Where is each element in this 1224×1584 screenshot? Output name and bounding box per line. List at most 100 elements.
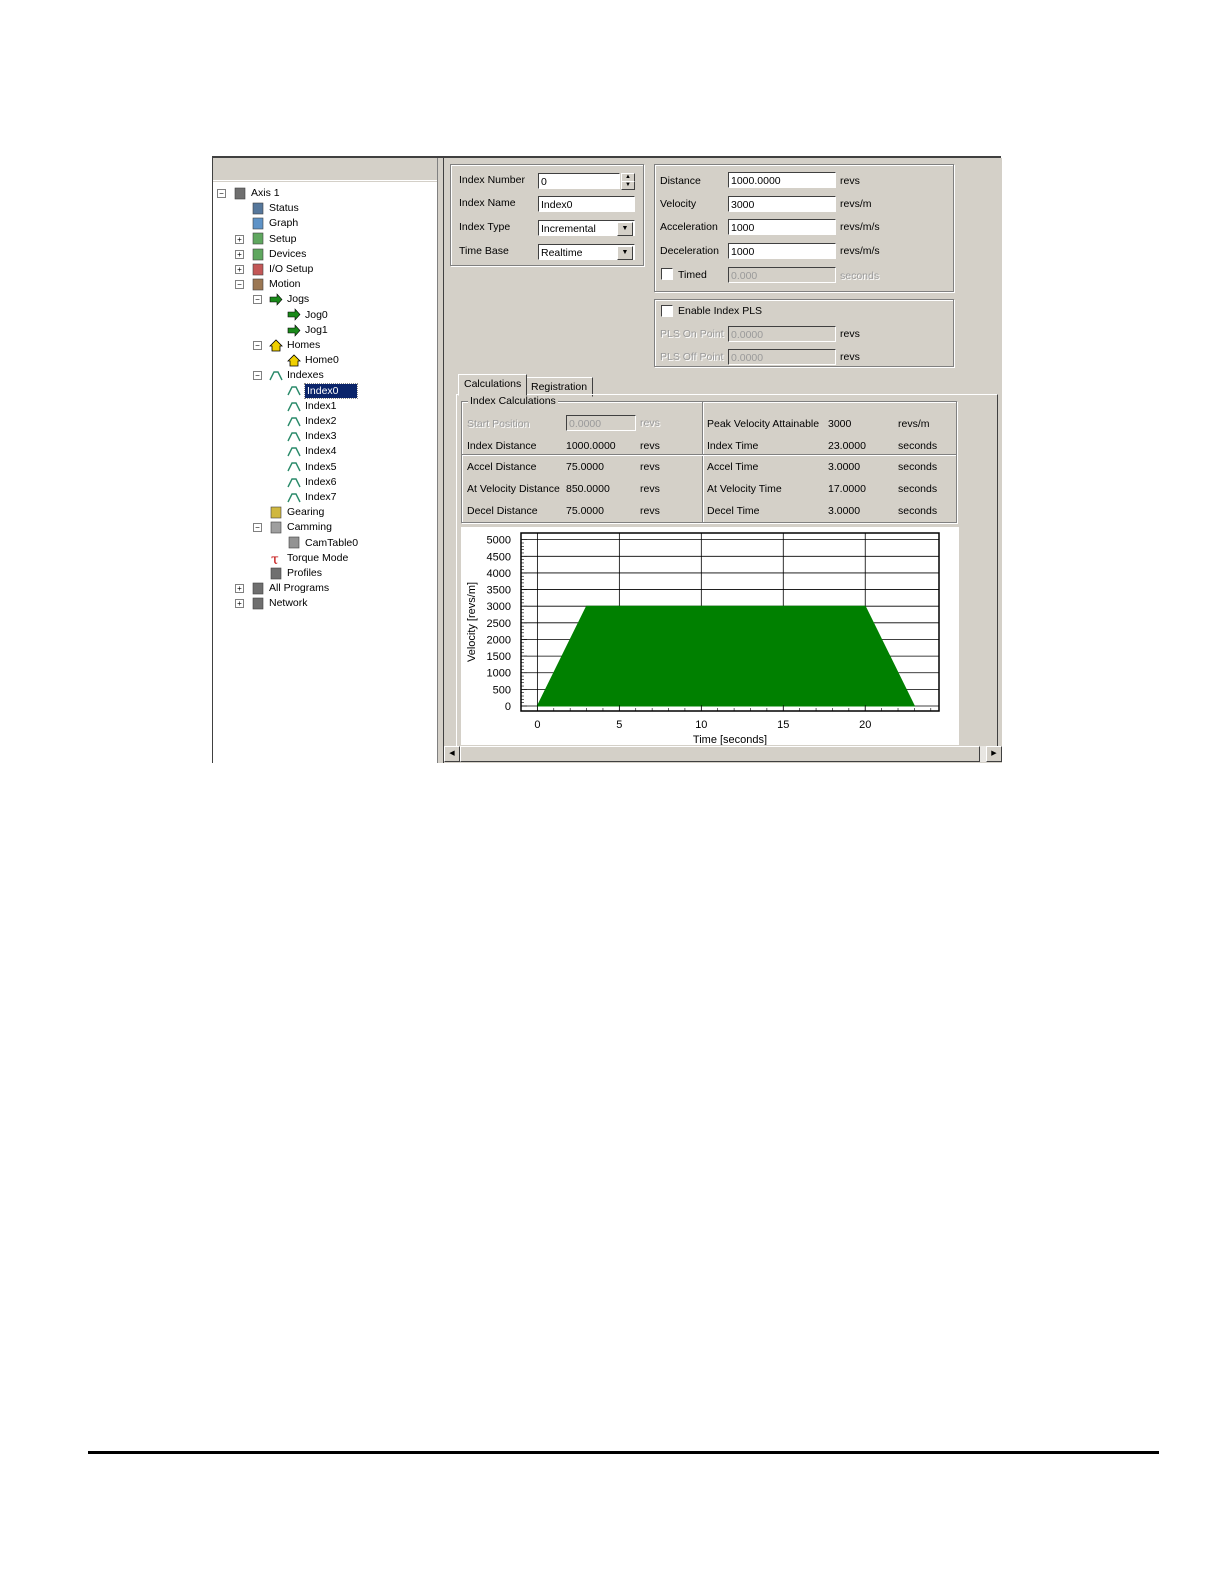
tree-item[interactable]: Status xyxy=(251,201,299,215)
pls-on-field[interactable]: 0.0000 xyxy=(728,326,836,342)
accel-distance-value: 75.0000 xyxy=(566,461,604,473)
graph-icon xyxy=(251,217,265,230)
velocity-field[interactable]: 3000 xyxy=(728,196,836,212)
tree-item[interactable]: CamTable0 xyxy=(287,536,358,550)
collapse-icon[interactable]: − xyxy=(253,295,262,305)
start-position-field[interactable]: 0.0000 xyxy=(566,415,636,431)
setup-wrench-icon xyxy=(251,232,265,245)
index-profile-icon xyxy=(287,400,301,413)
tree-item[interactable]: Camming xyxy=(269,520,332,534)
distance-unit: revs xyxy=(840,175,860,187)
scroll-right-icon[interactable]: ▶ xyxy=(986,746,1002,762)
tree-item[interactable]: Network xyxy=(251,596,308,610)
tree-item[interactable]: Profiles xyxy=(269,566,322,580)
tree-item[interactable]: Jog0 xyxy=(287,308,328,322)
index-profile-icon xyxy=(287,415,301,428)
y-tick-label: 1000 xyxy=(487,668,511,680)
tree-item[interactable]: I/O Setup xyxy=(251,262,313,276)
tree-item[interactable]: Devices xyxy=(251,247,306,261)
tree-item[interactable]: Index6 xyxy=(287,475,337,489)
page-footer-rule xyxy=(88,1451,1159,1454)
tree-item[interactable]: Index2 xyxy=(287,414,337,428)
index-distance-label: Index Distance xyxy=(467,440,537,452)
peak-velocity-value: 3000 xyxy=(828,418,852,430)
velocity-unit: revs/m xyxy=(840,198,872,210)
tab-calculations[interactable]: Calculations xyxy=(458,374,528,396)
tree-item[interactable]: τ Torque Mode xyxy=(269,551,348,568)
pls-off-field[interactable]: 0.0000 xyxy=(728,349,836,365)
expand-icon[interactable]: + xyxy=(235,249,244,259)
timed-field[interactable]: 0.000 xyxy=(728,267,836,283)
tree-item[interactable]: Homes xyxy=(269,338,320,352)
divider xyxy=(462,454,956,456)
tree-item[interactable]: Setup xyxy=(251,232,296,246)
torque-tau-icon: τ xyxy=(269,552,283,568)
time-base-label: Time Base xyxy=(459,245,509,257)
enable-pls-checkbox[interactable] xyxy=(661,305,673,317)
collapse-icon[interactable]: − xyxy=(253,523,262,533)
timed-unit: seconds xyxy=(840,270,880,282)
index-group: Index Number 0 ▲ ▼ Index Name Index0 Ind… xyxy=(450,164,644,266)
x-tick-label: 5 xyxy=(616,719,622,731)
index-time-unit: seconds xyxy=(898,440,938,452)
navigation-tree[interactable]: − Axis 1 Status Graph + Setup + Devices + I/O Set… xyxy=(213,182,437,763)
tree-item[interactable]: Index1 xyxy=(287,399,337,413)
tab-page: Index Calculations Start Position 0.0000… xyxy=(456,394,998,747)
tree-item-label: Indexes xyxy=(287,369,324,382)
distance-field[interactable]: 1000.0000 xyxy=(728,172,836,188)
motion-parameters-group: Distance 1000.0000 revs Velocity 3000 re… xyxy=(654,164,954,292)
tree-item[interactable]: Index7 xyxy=(287,490,337,504)
scroll-thumb[interactable] xyxy=(460,746,980,762)
index-number-field[interactable]: 0 xyxy=(538,173,620,189)
horizontal-scrollbar[interactable]: ◀ ▶ xyxy=(444,746,1002,762)
collapse-icon[interactable]: − xyxy=(253,371,262,381)
tree-item[interactable]: Index3 xyxy=(287,429,337,443)
collapse-icon[interactable]: − xyxy=(253,341,262,350)
spin-down-icon[interactable]: ▼ xyxy=(621,181,635,190)
tree-item[interactable]: Axis 1 xyxy=(233,186,280,200)
index-profile-icon xyxy=(287,445,301,458)
tree-item[interactable]: Index5 xyxy=(287,460,337,474)
pls-off-label: PLS Off Point xyxy=(660,351,724,363)
expand-icon[interactable]: + xyxy=(235,234,244,244)
chevron-down-icon[interactable]: ▼ xyxy=(617,222,633,236)
tree-item[interactable]: Jog1 xyxy=(287,323,328,337)
chevron-down-icon[interactable]: ▼ xyxy=(617,246,633,260)
tree-item[interactable]: Home0 xyxy=(287,353,339,367)
gearing-icon xyxy=(269,506,283,519)
tree-item[interactable]: All Programs xyxy=(251,581,329,595)
expand-icon[interactable]: + xyxy=(235,265,244,274)
deceleration-label: Deceleration xyxy=(660,245,719,257)
index-name-field[interactable]: Index0 xyxy=(538,196,635,212)
y-axis-label: Velocity [revs/m] xyxy=(466,582,478,662)
tree-item[interactable]: Jogs xyxy=(269,292,309,306)
timed-checkbox[interactable] xyxy=(661,268,673,280)
index-profile-icon xyxy=(287,491,301,504)
collapse-icon[interactable]: − xyxy=(217,189,226,198)
tree-item[interactable]: Motion xyxy=(251,277,301,291)
expand-icon[interactable]: + xyxy=(235,584,244,594)
tree-item[interactable]: Graph xyxy=(251,216,298,230)
tree-item[interactable]: Indexes xyxy=(269,368,324,382)
tree-item[interactable]: Index4 xyxy=(287,444,337,458)
accel-time-label: Accel Time xyxy=(707,461,759,473)
tree-item-label: Network xyxy=(269,597,308,610)
tree-item-label: Home0 xyxy=(305,354,339,367)
index-number-spinner[interactable]: ▲ ▼ xyxy=(621,173,635,190)
index-type-select[interactable]: Incremental ▼ xyxy=(538,220,635,236)
scroll-left-icon[interactable]: ◀ xyxy=(444,746,460,762)
network-icon xyxy=(251,597,265,610)
y-tick-label: 3500 xyxy=(487,585,511,597)
deceleration-field[interactable]: 1000 xyxy=(728,243,836,259)
tree-item[interactable]: Index0 xyxy=(287,382,358,399)
jog-arrow-icon xyxy=(269,293,283,306)
time-base-select[interactable]: Realtime ▼ xyxy=(538,244,635,260)
y-tick-label: 4500 xyxy=(487,551,511,563)
tree-item[interactable]: Gearing xyxy=(269,505,324,519)
collapse-icon[interactable]: − xyxy=(235,280,244,290)
velocity-label: Velocity xyxy=(660,198,697,210)
acceleration-field[interactable]: 1000 xyxy=(728,219,836,235)
index-name-label: Index Name xyxy=(459,197,516,209)
tree-item-label: Jog1 xyxy=(305,323,328,336)
expand-icon[interactable]: + xyxy=(235,599,244,609)
